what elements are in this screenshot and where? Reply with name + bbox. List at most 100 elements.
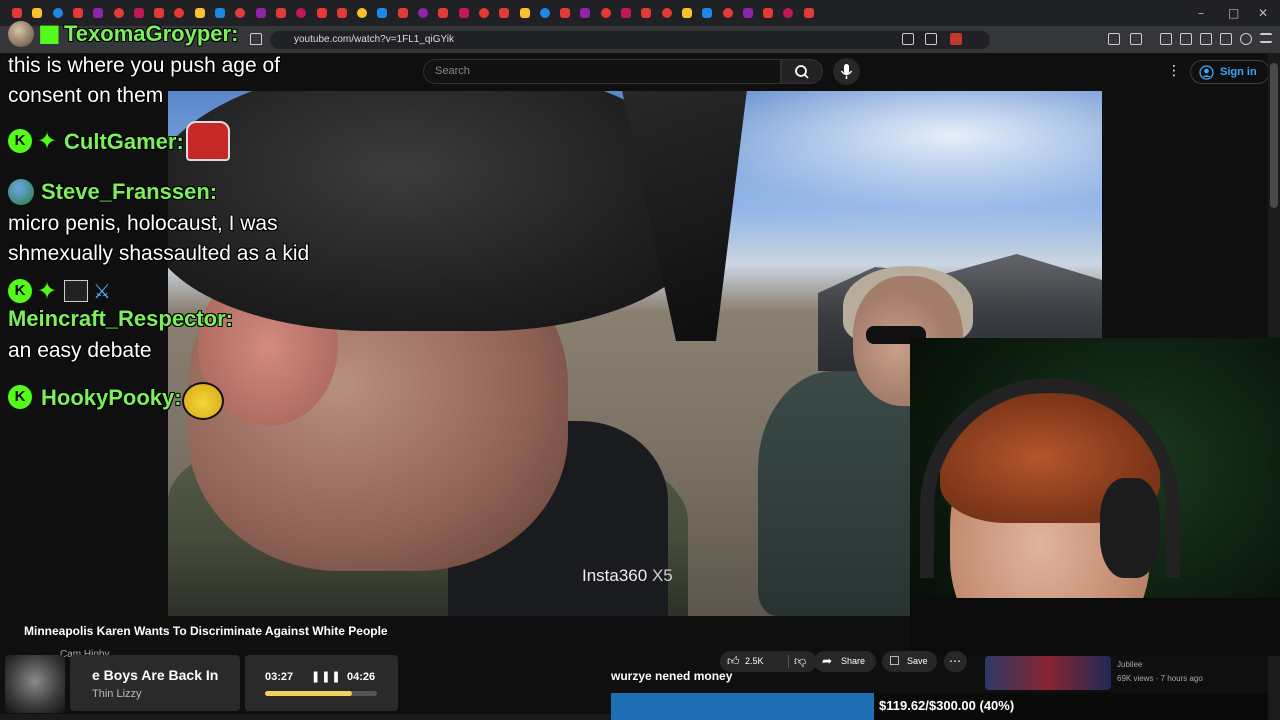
track-progress-bar: [265, 691, 377, 696]
search-button[interactable]: [781, 59, 823, 84]
chat-username: CultGamer:: [64, 129, 184, 154]
browser-tab-icon[interactable]: [113, 8, 124, 18]
recommended-video-thumbnail[interactable]: [985, 656, 1111, 690]
microphone-icon: [840, 64, 853, 79]
cast-icon[interactable]: [1130, 33, 1142, 45]
more-actions-button[interactable]: ⋯: [944, 651, 967, 672]
subscriber-badge-icon: ✦: [37, 277, 58, 305]
search-placeholder: Search: [435, 65, 470, 77]
browser-tab-icon[interactable]: [316, 8, 327, 18]
sidebar-icon[interactable]: [1180, 33, 1192, 45]
bookmark-icon[interactable]: [250, 33, 262, 45]
browser-tab-icon[interactable]: [397, 8, 408, 18]
browser-tab-icon[interactable]: [681, 8, 692, 18]
browser-tab-icon[interactable]: [336, 8, 347, 18]
save-button[interactable]: ☐ Save: [882, 651, 937, 672]
browser-tab-icon[interactable]: [133, 8, 144, 18]
browser-tab-icon[interactable]: [52, 8, 63, 18]
track-total-time: 04:26: [347, 671, 376, 683]
thumbs-up-icon[interactable]: 👍︎: [727, 654, 740, 669]
browser-tab-icon[interactable]: [255, 8, 266, 18]
browser-tab-icon[interactable]: [539, 8, 550, 18]
address-bar-url: youtube.com/watch?v=1FL1_qiGYik: [294, 34, 454, 45]
browser-tab-icon[interactable]: [275, 8, 286, 18]
chat-username: Meincraft_Respector:: [8, 306, 233, 331]
like-dislike-group: 👍︎ 2.5K 👎︎: [720, 651, 817, 672]
browser-tab-icon[interactable]: [519, 8, 530, 18]
like-count[interactable]: 2.5K: [745, 656, 764, 666]
sword-badge-icon: ⚔: [93, 279, 111, 303]
close-window-icon[interactable]: ✕: [1258, 6, 1268, 20]
media-icon[interactable]: [1160, 33, 1172, 45]
browser-tab-icon[interactable]: [154, 8, 165, 18]
browser-tab-icon[interactable]: [377, 8, 388, 18]
browser-tab-icon[interactable]: [783, 8, 794, 18]
thumbs-down-icon[interactable]: 👎︎: [794, 654, 806, 669]
menu-icon[interactable]: [1260, 33, 1272, 43]
minimize-icon[interactable]: –: [1198, 6, 1204, 20]
browser-tab-icon[interactable]: [478, 8, 489, 18]
bus-emote-icon: [186, 121, 230, 161]
browser-tab-icon[interactable]: [702, 8, 713, 18]
recommended-meta: 69K views · 7 hours ago: [1117, 674, 1203, 683]
share-button[interactable]: ➦ Share: [814, 651, 876, 672]
sign-in-button[interactable]: Sign in: [1190, 60, 1270, 84]
browser-tab-icon[interactable]: [215, 8, 225, 18]
headset-earcup: [1100, 478, 1160, 578]
browser-tab-icon[interactable]: [621, 8, 631, 18]
search-icon: [795, 65, 809, 79]
browser-tab-icon[interactable]: [722, 8, 733, 18]
share-page-icon[interactable]: [925, 33, 937, 45]
chat-username: HookyPooky:: [41, 385, 182, 410]
browser-tab-icon[interactable]: [742, 8, 753, 18]
browser-tab-icon[interactable]: [296, 8, 307, 18]
browser-tab-icon[interactable]: [560, 8, 571, 18]
browser-tab-icon[interactable]: [641, 8, 652, 18]
extensions-icon[interactable]: [1108, 33, 1120, 45]
screen-icon[interactable]: [902, 33, 914, 45]
share-icon: ➦: [822, 654, 833, 668]
browser-tab-icon[interactable]: [235, 8, 246, 18]
bot-badge-icon: ■: [38, 19, 61, 47]
address-bar[interactable]: youtube.com/watch?v=1FL1_qiGYik: [270, 31, 990, 49]
browser-tab-icon[interactable]: [763, 8, 774, 18]
browser-tab-icon[interactable]: [12, 8, 22, 18]
browser-tab-icon[interactable]: [194, 8, 205, 18]
chat-message: consent on them: [8, 84, 164, 107]
browser-tab-icon[interactable]: [418, 8, 428, 18]
browser-tab-icon[interactable]: [72, 8, 83, 18]
leo-icon[interactable]: [1220, 33, 1232, 45]
brave-shield-icon[interactable]: [950, 33, 962, 45]
more-options-icon[interactable]: ⋮: [1167, 63, 1181, 79]
browser-tab-icon[interactable]: [458, 8, 469, 18]
scrollbar-thumb[interactable]: [1270, 63, 1278, 208]
maximize-icon[interactable]: □: [1228, 6, 1239, 20]
browser-tab-icon[interactable]: [499, 8, 510, 18]
vpn-icon[interactable]: [1240, 33, 1252, 45]
browser-tab-icon[interactable]: [803, 8, 814, 18]
browser-tab-icon[interactable]: [32, 8, 43, 18]
watermark-brand: Insta360: [582, 566, 648, 585]
browser-tab-icon[interactable]: [174, 8, 185, 18]
search-input[interactable]: Search: [423, 59, 781, 84]
like-divider: [788, 655, 789, 668]
wallet-icon[interactable]: [1200, 33, 1212, 45]
track-title: e Boys Are Back In: [92, 667, 219, 683]
browser-tab-icon[interactable]: [93, 8, 104, 18]
bookmark-save-icon: ☐: [889, 654, 900, 668]
chat-username: Steve_Franssen:: [41, 179, 218, 204]
donation-goal-fill: [611, 693, 874, 720]
camera-watermark: Insta360 X5: [582, 566, 673, 586]
donation-goal-label: $119.62/$300.00 (40%): [879, 698, 1015, 713]
webcam-shirt: [910, 598, 1280, 656]
recommended-channel[interactable]: Jubilee: [1117, 660, 1142, 669]
browser-tab-icon[interactable]: [661, 8, 672, 18]
browser-tab-icon[interactable]: [438, 8, 449, 18]
voice-search-button[interactable]: [833, 58, 860, 85]
bee-emote-icon: [182, 382, 224, 420]
browser-tab-icon[interactable]: [580, 8, 591, 18]
browser-tab-icon[interactable]: [600, 8, 611, 18]
track-artist: Thin Lizzy: [92, 688, 142, 700]
browser-tab-icon[interactable]: [357, 8, 368, 18]
watermark-model: X5: [651, 566, 673, 585]
